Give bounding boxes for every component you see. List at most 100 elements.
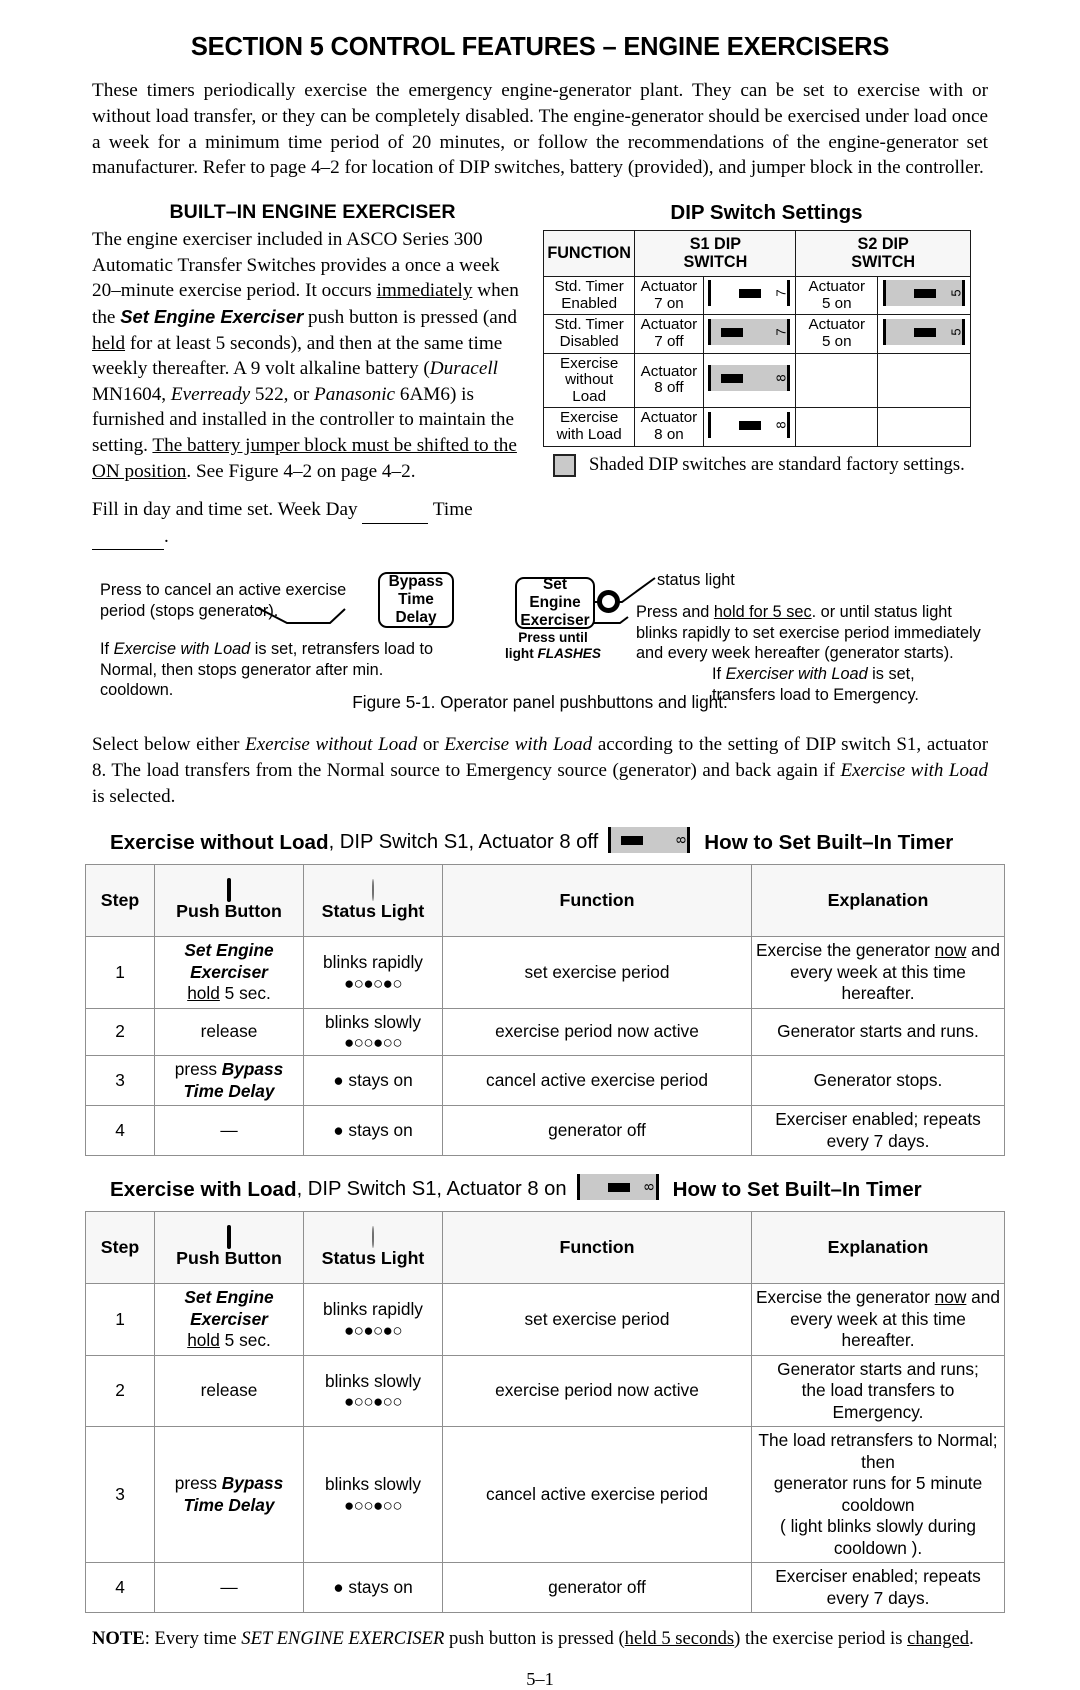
fill-in-label-b: Time (428, 499, 473, 521)
cell-function: set exercise period (442, 1283, 752, 1356)
cell-step: 3 (85, 1055, 155, 1107)
light-label: blinks slowly (324, 1370, 422, 1391)
dip-header-s2-line1: S2 DIP (857, 235, 909, 254)
bypass-time-delay-button[interactable]: Bypass Time Delay (378, 572, 454, 629)
cell-push-button: Set Engine Exerciser hold 5 sec. (154, 1283, 304, 1356)
set-engine-exerciser-button[interactable]: Set Engine Exerciser (515, 576, 595, 630)
dip-switch-icon: 5 (883, 280, 966, 307)
expl-line3: ( light blinks slowly during cooldown ). (780, 1516, 976, 1558)
table-row: 3 press Bypass Time Delay blinks slowly … (85, 1426, 1005, 1564)
expl-line1: The load retransfers to Normal; then (758, 1430, 998, 1472)
select-b: or (417, 734, 445, 756)
note-text-1: : Every time (144, 1628, 242, 1650)
dip-s1-act-line1: Actuator (640, 362, 698, 380)
table1-title-rest: , DIP Switch S1, Actuator 8 off (328, 831, 599, 854)
bi-text-f: 522, or (250, 383, 315, 405)
select-italic-without-load: Exercise without Load (245, 734, 418, 756)
dip-switch-icon: 8 (708, 365, 791, 392)
figure-caption: Figure 5-1. Operator panel pushbuttons a… (352, 692, 728, 713)
note-text-3: ) the exercise period is (734, 1628, 908, 1650)
cell-explanation: The load retransfers to Normal; then gen… (751, 1426, 1005, 1564)
cell-push-button: — (154, 1562, 304, 1614)
push-button-icon (227, 877, 231, 902)
dip-fn-line2: Enabled (561, 294, 618, 312)
cell-step: 2 (85, 1354, 155, 1428)
cell-explanation: Exercise the generator now and every wee… (751, 1283, 1005, 1356)
time-blank[interactable] (92, 524, 164, 551)
cell-explanation: Generator starts and runs. (751, 1007, 1005, 1057)
push-button-icon (227, 1224, 231, 1249)
dip-slider (739, 289, 762, 299)
header-function: Function (442, 1211, 752, 1285)
dip-switch-icon: 7 (708, 280, 791, 307)
dip-s1-switch-cell: 8 (702, 407, 797, 447)
dip-s2-switch-empty (877, 352, 971, 409)
header-function: Function (442, 864, 752, 938)
dip-switch-icon: 8 (576, 1174, 659, 1201)
note-underline-held: held 5 seconds (624, 1628, 735, 1650)
select-d: is selected. (92, 785, 176, 807)
week-day-blank[interactable] (362, 497, 429, 524)
dip-actuator-number: 5 (948, 289, 964, 298)
dip-slider (721, 327, 744, 337)
dip-header-function: FUNCTION (542, 230, 636, 278)
dip-fn-line1: Std. Timer (554, 316, 624, 334)
dip-s1-switch-cell: 7 (702, 314, 797, 354)
table-row: 2 release blinks slowly ●○○●○○ exercise … (85, 1354, 1005, 1428)
status-light-icon (372, 878, 374, 901)
dip-s2-act-line1: Actuator (808, 316, 866, 334)
dip-s1-act-line1: Actuator (640, 409, 698, 427)
figure-operator-panel: Press to cancel an active exercise perio… (0, 566, 1080, 724)
exercise-with-load-table: Step Push Button Status Light Function E… (85, 1211, 1005, 1614)
dip-s2-switch-cell: 5 (877, 276, 971, 316)
cell-function: exercise period now active (442, 1354, 752, 1428)
bottom-note: NOTE: Every time SET ENGINE EXERCISER pu… (92, 1627, 990, 1651)
dip-s1-actuator: Actuator 7 on (634, 276, 704, 316)
note-text-4: . (969, 1628, 974, 1650)
table1-header-row: Step Push Button Status Light Function E… (85, 864, 1005, 938)
cell-function: exercise period now active (442, 1007, 752, 1057)
bi-italic-duracell: Duracell (429, 358, 499, 380)
expl-b: and (966, 1287, 1001, 1308)
status-light-label: status light (657, 571, 735, 590)
dip-s2-switch-empty (877, 407, 971, 447)
note-underline-changed: changed (907, 1628, 970, 1650)
dip-slider (914, 327, 937, 337)
cell-function: set exercise period (442, 936, 752, 1009)
dip-actuator-number: 8 (773, 421, 789, 429)
cell-push-button: press Bypass Time Delay (154, 1055, 304, 1107)
press-until-line2a: light (505, 646, 538, 662)
dip-s1-act-line2: 7 on (654, 294, 684, 312)
header-step: Step (85, 864, 155, 938)
cell-function: generator off (442, 1562, 752, 1614)
bi-text-e: MN1604, (92, 383, 171, 405)
cell-push-button: Set Engine Exerciser hold 5 sec. (154, 936, 304, 1009)
dip-s1-actuator: Actuator 8 on (634, 407, 704, 447)
status-light-icon (372, 1225, 374, 1248)
header-push-button: Push Button (154, 1211, 304, 1285)
cell-push-button: — (154, 1105, 304, 1157)
cell-explanation: Generator stops. (751, 1055, 1005, 1107)
bypass-callout-text: Press to cancel an active exercise perio… (100, 580, 400, 621)
cell-step: 1 (85, 1283, 155, 1356)
light-label: blinks slowly (324, 1011, 422, 1032)
bi-text-h: . See Figure 4–2 on page 4–2. (186, 460, 416, 482)
dip-s2-actuator-empty (795, 352, 879, 409)
cell-step: 1 (85, 936, 155, 1009)
note-italic: SET ENGINE EXERCISER (241, 1628, 445, 1650)
dip-actuator-number: 7 (773, 328, 789, 336)
exercise-without-load-table: Step Push Button Status Light Function E… (85, 864, 1005, 1157)
blink-pattern: ●○○●○○ (343, 1495, 403, 1515)
pb-bold-line1: Bypass (221, 1059, 284, 1080)
dip-row: Std. Timer Disabled Actuator 7 off 7 Act… (542, 314, 971, 354)
expl-line2: every week at this time hereafter. (790, 961, 966, 1004)
cell-function: generator off (442, 1105, 752, 1157)
header-status-light: Status Light (303, 1211, 443, 1285)
fill-in-label-a: Fill in day and time set. Week Day (92, 499, 363, 521)
header-status-light-label: Status Light (321, 901, 425, 922)
if-exerciser-a: If (712, 665, 726, 684)
light-label: blinks rapidly (323, 1299, 423, 1320)
built-in-exerciser-column: BUILT–IN ENGINE EXERCISER The engine exe… (92, 201, 533, 551)
built-in-paragraph: The engine exerciser included in ASCO Se… (92, 227, 533, 484)
dip-fn-line2: without (565, 371, 614, 389)
